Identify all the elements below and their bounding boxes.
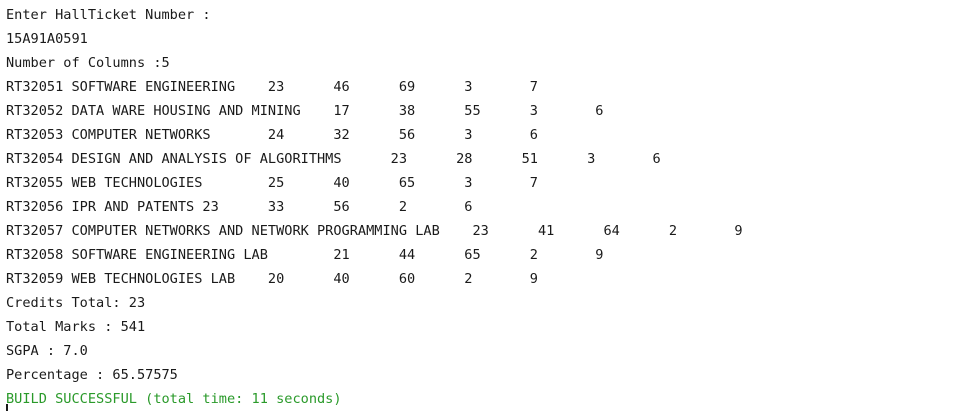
console-line-total-marks: Total Marks : 541 (6, 319, 146, 335)
console-line-columns: Number of Columns :5 (6, 55, 170, 71)
console-line-subject: RT32055 WEB TECHNOLOGIES 25 40 65 3 7 (6, 175, 538, 191)
console-output: Enter HallTicket Number : 15A91A0591 Num… (6, 3, 743, 411)
console-line-subject: RT32056 IPR AND PATENTS 23 33 56 2 6 (6, 199, 473, 215)
console-line-subject: RT32051 SOFTWARE ENGINEERING 23 46 69 3 … (6, 79, 538, 95)
console-line-subject: RT32054 DESIGN AND ANALYSIS OF ALGORITHM… (6, 151, 661, 167)
console-line-subject: RT32052 DATA WARE HOUSING AND MINING 17 … (6, 103, 604, 119)
console-line-subject: RT32058 SOFTWARE ENGINEERING LAB 21 44 6… (6, 247, 604, 263)
console-line-sgpa: SGPA : 7.0 (6, 343, 88, 359)
console-line-prompt: Enter HallTicket Number : (6, 7, 211, 23)
console-line-subject: RT32057 COMPUTER NETWORKS AND NETWORK PR… (6, 223, 743, 239)
console-line-subject: RT32053 COMPUTER NETWORKS 24 32 56 3 6 (6, 127, 538, 143)
console-line-percentage: Percentage : 65.57575 (6, 367, 178, 383)
text-cursor (6, 404, 8, 411)
console-line-credits-total: Credits Total: 23 (6, 295, 146, 311)
console-line-subject: RT32059 WEB TECHNOLOGIES LAB 20 40 60 2 … (6, 271, 538, 287)
console-line-hallticket-input: 15A91A0591 (6, 31, 88, 47)
console-line-build-status: BUILD SUCCESSFUL (total time: 11 seconds… (6, 391, 342, 407)
